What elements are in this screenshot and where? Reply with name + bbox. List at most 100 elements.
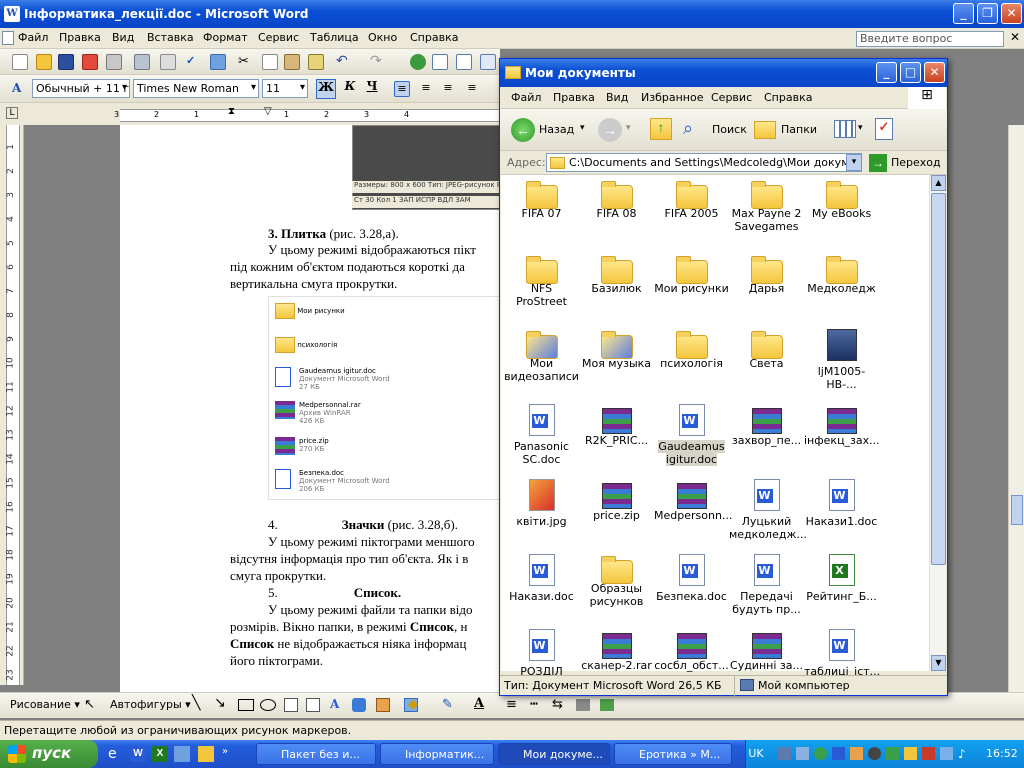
shadow-icon[interactable] <box>576 699 590 711</box>
cut-icon[interactable]: ✂ <box>238 54 254 70</box>
explorer-title-bar[interactable]: Мои документы _ □ ✕ <box>500 59 947 87</box>
ask-question-input[interactable]: Введите вопрос <box>856 31 1004 47</box>
font-size-combo[interactable]: 11 <box>262 79 308 98</box>
figure-tiles-view[interactable]: Мои рисунки психологія Gaudeamus igitur.… <box>268 296 500 500</box>
file-item[interactable]: Gaudeamus igitur.doc <box>654 404 729 466</box>
file-item[interactable]: FIFA 2005 <box>654 179 729 220</box>
menu-help[interactable]: Справка <box>410 31 458 44</box>
rectangle-icon[interactable] <box>238 699 254 711</box>
quicklaunch-icon[interactable] <box>198 746 214 762</box>
hyperlink-icon[interactable] <box>410 54 426 70</box>
explorer-minimize-button[interactable]: _ <box>876 62 897 83</box>
insert-excel-icon[interactable] <box>480 54 496 70</box>
tables-borders-icon[interactable] <box>432 54 448 70</box>
file-item[interactable]: Medpersonn... <box>654 479 732 522</box>
vertical-textbox-icon[interactable] <box>306 698 320 712</box>
search-button[interactable]: ⌕ Поиск <box>683 118 747 142</box>
permission-icon[interactable] <box>82 54 98 70</box>
redo-icon[interactable]: ↷ <box>370 53 386 69</box>
word-title-bar[interactable]: W Інформатика_лекції.doc - Microsoft Wor… <box>0 0 1024 28</box>
dash-style-icon[interactable]: ┅ <box>530 697 538 712</box>
explorer-vertical-scrollbar[interactable]: ▲ ▼ <box>929 175 946 671</box>
tasks-icon[interactable]: ✓ <box>875 118 893 140</box>
arrow-style-icon[interactable]: ⇆ <box>552 697 563 712</box>
explorer-close-button[interactable]: ✕ <box>924 62 945 83</box>
start-button[interactable]: пуск <box>0 740 98 768</box>
justify-icon[interactable]: ≡ <box>464 81 480 97</box>
file-item[interactable]: Судинні за... <box>729 629 804 672</box>
diagram-icon[interactable] <box>352 698 366 712</box>
back-dropdown-icon[interactable]: ▾ <box>580 123 585 133</box>
menu-format[interactable]: Формат <box>203 31 248 44</box>
copy-icon[interactable] <box>262 54 278 70</box>
menu-insert[interactable]: Вставка <box>147 31 194 44</box>
word-minimize-button[interactable]: _ <box>953 3 974 24</box>
oval-icon[interactable] <box>260 699 276 711</box>
file-item[interactable]: Безпека.doc <box>654 554 729 603</box>
excel-quicklaunch-icon[interactable]: X <box>152 746 168 762</box>
undo-icon[interactable]: ↶ <box>336 53 352 69</box>
tray-antivirus-icon[interactable] <box>886 747 899 760</box>
explorer-menu-favorites[interactable]: Избранное <box>641 91 703 104</box>
tray-display-icon[interactable] <box>796 747 809 760</box>
word-quicklaunch-icon[interactable]: W <box>130 746 146 762</box>
menu-window[interactable]: Окно <box>368 31 397 44</box>
tray-update-icon[interactable] <box>814 747 827 760</box>
file-item[interactable]: інфекц_зах... <box>804 404 880 447</box>
tray-network-icon[interactable] <box>778 747 791 760</box>
research-icon[interactable] <box>210 54 226 70</box>
open-icon[interactable] <box>36 54 52 70</box>
taskbar-task-word[interactable]: Інформатик... <box>380 743 494 765</box>
file-item[interactable]: Мои рисунки <box>654 254 729 295</box>
explorer-maximize-button[interactable]: □ <box>900 62 921 83</box>
first-line-indent-icon[interactable]: ▽ <box>264 106 272 117</box>
language-indicator[interactable]: UK <box>746 747 766 760</box>
3d-icon[interactable] <box>600 699 614 711</box>
file-item[interactable]: Мои видеозаписи <box>504 329 579 383</box>
file-item[interactable]: NFS ProStreet <box>504 254 579 308</box>
line-color-icon[interactable]: ✎ <box>442 697 453 712</box>
taskbar-task-browser[interactable]: Еротика » M... <box>614 743 732 765</box>
tray-bluetooth-icon[interactable] <box>832 747 845 760</box>
file-item[interactable]: психологія <box>654 329 729 370</box>
menu-view[interactable]: Вид <box>112 31 134 44</box>
file-item[interactable]: Луцький медколедж... <box>729 479 807 541</box>
taskbar-task-my-documents[interactable]: Мои докуме... <box>498 743 610 765</box>
paste-icon[interactable] <box>284 54 300 70</box>
autoshapes-button[interactable]: Автофигуры ▾ <box>110 698 191 711</box>
tray-security-icon[interactable] <box>922 747 935 760</box>
horizontal-ruler[interactable]: 3 2 1 ⧗ ▽ 1 2 3 4 <box>114 106 500 122</box>
file-item[interactable]: РОЗДІЛ <box>504 629 579 678</box>
indent-marker-icon[interactable]: ⧗ <box>228 106 235 117</box>
file-item[interactable]: Образцы рисунков <box>579 554 654 608</box>
clipart-icon[interactable] <box>376 698 390 712</box>
tray-media-icon[interactable] <box>868 747 881 760</box>
insert-table-icon[interactable] <box>456 54 472 70</box>
file-item[interactable]: My eBooks <box>804 179 879 220</box>
menu-table[interactable]: Таблица <box>310 31 359 44</box>
views-dropdown-icon[interactable]: ▾ <box>858 123 863 133</box>
forward-arrow-icon[interactable]: → <box>598 118 622 142</box>
address-dropdown-icon[interactable]: ▾ <box>846 154 862 171</box>
print-icon[interactable] <box>106 54 122 70</box>
up-folder-icon[interactable]: ↑ <box>650 118 672 140</box>
taskbar-task-packet[interactable]: Пакет без и... <box>256 743 376 765</box>
address-input[interactable]: C:\Documents and Settings\Medcoledg\Мои … <box>546 153 862 172</box>
file-item[interactable]: Базилюк <box>579 254 654 295</box>
scroll-thumb[interactable] <box>1011 495 1023 525</box>
file-item[interactable]: квіти.jpg <box>504 479 579 528</box>
desktop-icon[interactable] <box>174 746 190 762</box>
folders-button[interactable]: Папки <box>754 118 820 142</box>
bold-button[interactable]: Ж <box>316 79 336 99</box>
go-button[interactable]: → Переход <box>869 153 945 173</box>
file-item[interactable]: FIFA 07 <box>504 179 579 220</box>
explorer-menu-edit[interactable]: Правка <box>553 91 595 104</box>
file-item[interactable]: сканер-2.rar <box>579 629 654 672</box>
file-item[interactable]: таблиці_іст... <box>804 629 880 678</box>
tray-messenger-icon[interactable] <box>904 747 917 760</box>
file-item[interactable]: Света <box>729 329 804 370</box>
explorer-menu-service[interactable]: Сервис <box>711 91 752 104</box>
align-left-icon[interactable]: ≡ <box>394 81 410 97</box>
word-vertical-scrollbar[interactable] <box>1008 125 1024 692</box>
tray-app-icon[interactable] <box>850 747 863 760</box>
